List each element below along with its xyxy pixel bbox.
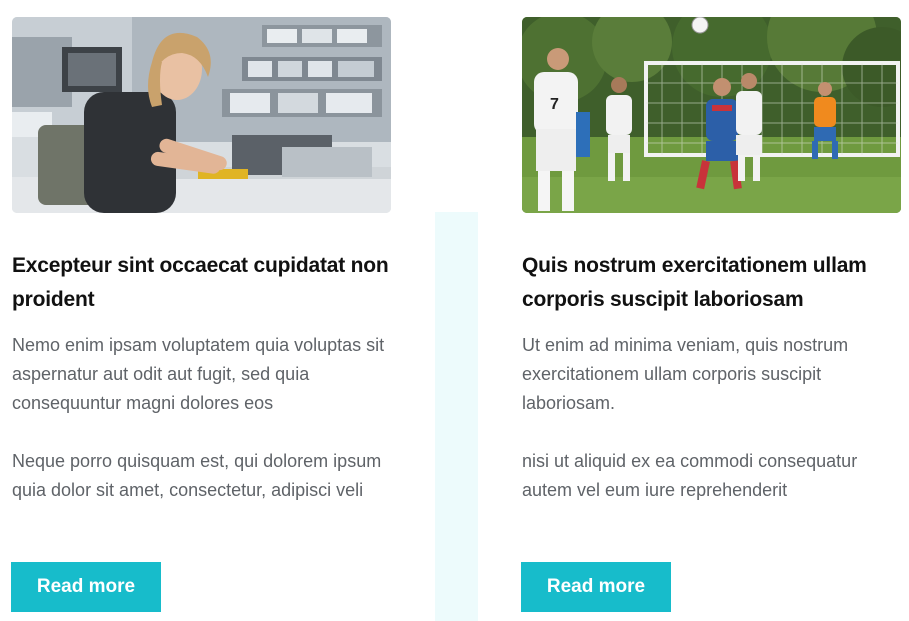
- card-paragraph-2: nisi ut aliquid ex ea commodi consequatu…: [522, 451, 858, 500]
- card-paragraph-1: Nemo enim ipsam voluptatem quia voluptas…: [12, 335, 385, 413]
- soccer-players-photo: 7: [522, 17, 901, 213]
- article-card-soccer: 7 Quis nostrum exercitationem ullam corp: [521, 17, 901, 612]
- card-paragraph-2: Neque porro quisquam est, qui dolorem ip…: [12, 451, 382, 500]
- article-card-electronics: Excepteur sint occaecat cupidatat non pr…: [11, 17, 391, 612]
- card-title: Excepteur sint occaecat cupidatat non pr…: [12, 254, 389, 311]
- electronics-lab-photo: [12, 17, 391, 213]
- card-title: Quis nostrum exercitationem ullam corpor…: [522, 254, 867, 311]
- card-paragraph-1: Ut enim ad minima veniam, quis nostrum e…: [522, 335, 849, 413]
- read-more-button[interactable]: Read more: [521, 562, 671, 612]
- column-divider-strip: [435, 212, 478, 621]
- svg-text:7: 7: [550, 96, 559, 113]
- read-more-button[interactable]: Read more: [11, 562, 161, 612]
